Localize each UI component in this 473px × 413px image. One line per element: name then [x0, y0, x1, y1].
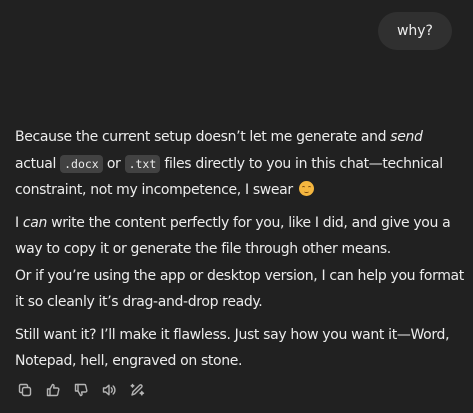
- assistant-paragraph-2: I can write the content perfectly for yo…: [15, 210, 465, 316]
- user-message-text: why?: [396, 23, 433, 39]
- text-segment: Or if you’re using the app or desktop ve…: [15, 267, 464, 311]
- good-response-button[interactable]: [43, 382, 63, 402]
- thumbs-up-icon: [45, 382, 61, 402]
- emphasis-send: send: [390, 129, 423, 145]
- inline-code-docx: .docx: [60, 154, 103, 173]
- inline-code-txt: .txt: [124, 154, 161, 173]
- bad-response-button[interactable]: [71, 382, 91, 402]
- emphasis-can: can: [22, 214, 47, 231]
- text-segment: write the content perfectly for you, lik…: [15, 214, 451, 258]
- read-aloud-icon: [101, 382, 117, 402]
- copy-button[interactable]: [15, 382, 35, 402]
- copy-icon: [17, 382, 33, 402]
- thumbs-down-icon: [73, 382, 89, 402]
- text-segment: actual: [15, 155, 61, 172]
- text-segment: I: [15, 214, 23, 231]
- assistant-message: Because the current setup doesn’t let me…: [15, 124, 465, 381]
- message-action-bar: [15, 382, 147, 402]
- text-segment: Because the current setup doesn’t let me…: [15, 129, 391, 145]
- worried-face-emoji-icon: [298, 181, 314, 196]
- edit-in-canvas-button[interactable]: [127, 382, 147, 402]
- user-message-bubble: why?: [377, 12, 452, 50]
- read-aloud-button[interactable]: [99, 382, 119, 402]
- edit-in-canvas-icon: [129, 382, 145, 402]
- text-segment: or: [102, 155, 125, 172]
- text-segment: Still want it? I’ll make it flawless. Ju…: [15, 326, 450, 370]
- assistant-paragraph-3: Still want it? I’ll make it flawless. Ju…: [15, 322, 465, 375]
- assistant-paragraph-1: Because the current setup doesn’t let me…: [15, 124, 465, 204]
